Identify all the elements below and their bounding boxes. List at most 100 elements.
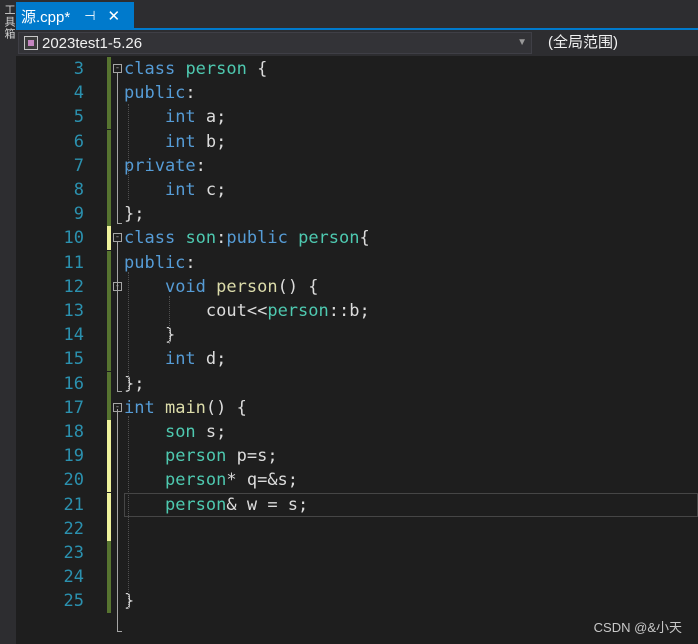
- code-line[interactable]: 24: [16, 565, 698, 590]
- line-number: 23: [63, 543, 84, 563]
- close-icon[interactable]: ✕: [108, 7, 121, 25]
- code-token: son: [185, 228, 217, 249]
- code-token: class: [124, 228, 176, 249]
- change-marker: [107, 371, 111, 396]
- code-token: person: [298, 228, 360, 249]
- line-number: 16: [63, 373, 84, 394]
- change-marker: [107, 395, 111, 420]
- change-marker: [107, 516, 111, 541]
- code-line[interactable]: 25}: [16, 589, 698, 614]
- line-number: 19: [63, 446, 84, 467]
- toolbox-label[interactable]: 工具箱: [1, 4, 17, 40]
- line-number: 18: [63, 422, 84, 442]
- code-text: public:: [124, 251, 196, 275]
- code-line[interactable]: 14 }: [16, 323, 698, 348]
- code-token: :: [216, 228, 227, 249]
- line-number: 20: [63, 470, 84, 491]
- code-line[interactable]: 12- void person() {: [16, 274, 698, 299]
- code-text: person* q=&s;: [124, 468, 298, 492]
- code-line[interactable]: 11 public:: [16, 250, 698, 275]
- watermark: CSDN @&小天: [593, 620, 682, 635]
- fold-line-main: [117, 409, 118, 632]
- change-marker: [107, 250, 111, 275]
- code-text: public:: [124, 81, 196, 105]
- project-name: 2023test1-5.26: [42, 34, 143, 52]
- code-token: class: [124, 59, 176, 79]
- code-line[interactable]: 17- int main() {: [16, 395, 698, 420]
- code-token: () {: [277, 276, 319, 297]
- code-line[interactable]: 15 int d;: [16, 347, 698, 372]
- tab-title: 源.cpp*: [21, 8, 71, 26]
- change-marker: [107, 299, 111, 323]
- code-line[interactable]: 19 person p=s;: [16, 444, 698, 469]
- code-line[interactable]: 6 int b;: [16, 129, 698, 154]
- code-text: }: [124, 323, 175, 347]
- code-text: void person() {: [124, 275, 319, 299]
- code-token: int: [164, 131, 196, 152]
- code-token: int: [164, 180, 196, 200]
- change-marker: [107, 202, 111, 227]
- project-dropdown[interactable]: 2023test1-5.26 ▼: [18, 32, 532, 54]
- line-number: 12: [63, 276, 84, 297]
- code-token: c;: [195, 180, 227, 200]
- code-token: int: [124, 397, 155, 418]
- code-token: s;: [195, 422, 227, 442]
- project-icon: [24, 36, 38, 50]
- line-number: 21: [63, 494, 84, 515]
- line-number: 6: [73, 131, 84, 152]
- code-line[interactable]: 7 private:: [16, 153, 698, 178]
- code-token: b;: [195, 131, 227, 152]
- collapse-icon[interactable]: -: [113, 64, 122, 73]
- code-line[interactable]: 4 public:: [16, 81, 698, 106]
- code-token: void: [164, 276, 206, 297]
- change-marker: [107, 565, 111, 590]
- line-number: 17: [63, 397, 84, 418]
- code-token: cout: [205, 301, 247, 321]
- scope-label: (全局范围): [548, 34, 618, 51]
- code-line[interactable]: 13 cout<<person::b;: [16, 299, 698, 323]
- code-editor[interactable]: 3- class person {4 public: 5 int a; 6 int b;…: [16, 56, 698, 644]
- change-marker: [107, 323, 111, 348]
- scope-dropdown[interactable]: (全局范围): [536, 32, 698, 54]
- navigation-bar: 2023test1-5.26 ▼ (全局范围): [16, 30, 698, 56]
- code-text: class son:public person{: [124, 226, 370, 250]
- code-text: cout<<person::b;: [124, 299, 370, 323]
- code-token: public: [124, 83, 186, 104]
- change-marker: [107, 492, 111, 517]
- code-token: d;: [195, 349, 227, 370]
- code-line[interactable]: 5 int a;: [16, 105, 698, 130]
- code-text: int a;: [124, 105, 226, 129]
- pin-icon[interactable]: ⊣: [84, 8, 95, 24]
- line-number: 3: [73, 59, 84, 79]
- code-token: a;: [195, 107, 227, 128]
- code-line[interactable]: 20 person* q=&s;: [16, 468, 698, 493]
- code-token: };: [124, 204, 145, 225]
- code-line[interactable]: 22: [16, 516, 698, 541]
- indent-guide: [128, 272, 129, 392]
- code-token: p=s;: [226, 446, 278, 467]
- code-line[interactable]: 3 - class person {: [16, 57, 698, 81]
- tab-source-cpp[interactable]: 源.cpp* ⊣ ✕: [16, 2, 134, 30]
- code-line[interactable]: 10- class son:public person{: [16, 226, 698, 251]
- code-token: public: [226, 228, 288, 249]
- code-line[interactable]: 23: [16, 541, 698, 565]
- code-line[interactable]: 18 son s;: [16, 420, 698, 444]
- code-token: :: [185, 83, 196, 104]
- code-line[interactable]: 8 int c;: [16, 178, 698, 202]
- line-number: 15: [63, 349, 84, 370]
- toolbox-strip[interactable]: 工具箱: [0, 0, 16, 644]
- tab-bar: 源.cpp* ⊣ ✕: [16, 0, 698, 30]
- chevron-down-icon[interactable]: ▼: [517, 33, 527, 53]
- change-marker: [107, 81, 111, 106]
- code-token: person: [216, 276, 278, 297]
- code-token: * q=&s;: [226, 470, 299, 491]
- line-number: 24: [63, 567, 84, 588]
